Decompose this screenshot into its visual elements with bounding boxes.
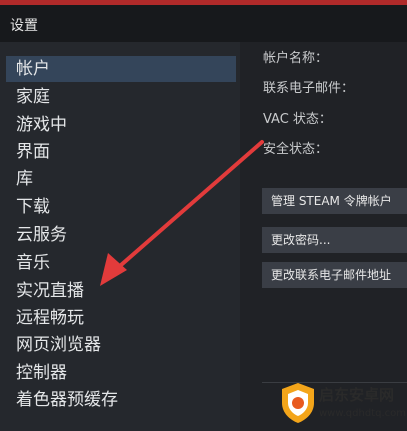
shield-logo-icon — [282, 383, 314, 423]
annotation-arrow — [100, 140, 264, 286]
site-watermark: 启东安卓网 www.qdhdtq.com — [278, 376, 406, 429]
watermark-url: www.qdhdtq.com — [319, 408, 406, 419]
watermark-name: 启东安卓网 — [319, 386, 395, 404]
